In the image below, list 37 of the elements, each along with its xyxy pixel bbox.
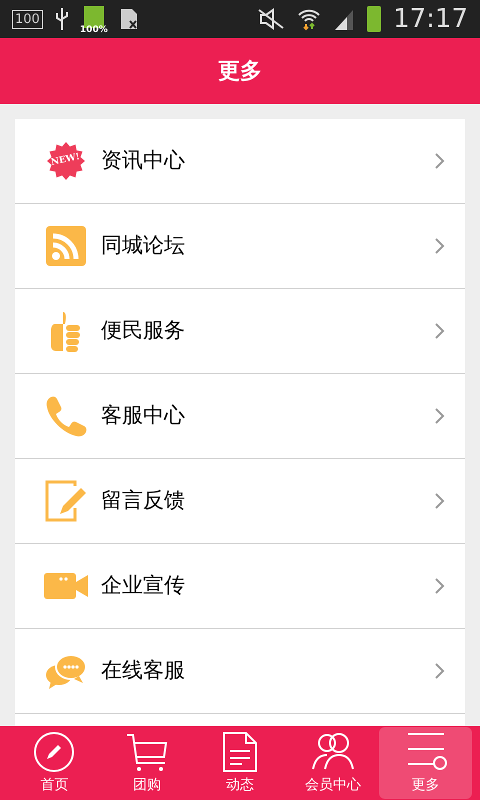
chevron-right-icon	[435, 663, 445, 679]
battery-icon	[367, 6, 382, 32]
thumbs-up-icon	[51, 310, 81, 352]
menu-item[interactable]: 留言反馈	[15, 459, 465, 544]
chevron-right-icon	[435, 408, 445, 424]
menu-item[interactable]: 企业宣传	[15, 544, 465, 629]
new-badge-icon: NEW!	[46, 141, 86, 181]
sim-card-icon	[118, 7, 139, 31]
chevron-right-icon	[435, 323, 445, 339]
menu-item[interactable]: 同城论坛	[15, 204, 465, 289]
signal-icon	[333, 8, 356, 30]
chevron-right-icon	[435, 238, 445, 254]
page-title: 更多	[218, 58, 262, 86]
menu-item[interactable]: NEW! 资讯中心	[15, 119, 465, 204]
nav-tab[interactable]: 会员中心	[286, 726, 380, 800]
document-icon	[222, 730, 258, 772]
rss-icon	[46, 226, 86, 266]
usb-icon	[54, 7, 69, 31]
menu-item[interactable]: 在线客服	[15, 629, 465, 714]
clock: 17:17	[393, 6, 468, 32]
menu-item[interactable]: 便民服务	[15, 289, 465, 374]
nav-tab[interactable]: 团购	[100, 726, 194, 800]
wifi-icon	[297, 7, 322, 31]
menu-item[interactable]: 客服中心	[15, 374, 465, 459]
mute-icon	[257, 8, 286, 30]
edit-icon	[45, 480, 87, 522]
pencil-icon	[33, 730, 76, 772]
chat-icon	[45, 653, 87, 689]
nav-tab[interactable]: 首页	[8, 726, 101, 800]
chevron-right-icon	[435, 153, 445, 169]
chevron-right-icon	[435, 578, 445, 594]
notification-count: 100	[12, 10, 43, 28]
video-camera-icon	[44, 573, 88, 599]
nav-tab[interactable]: 更多	[379, 727, 472, 799]
phone-icon	[45, 395, 87, 437]
chevron-right-icon	[435, 493, 445, 509]
nav-tab[interactable]: 动态	[194, 726, 286, 800]
